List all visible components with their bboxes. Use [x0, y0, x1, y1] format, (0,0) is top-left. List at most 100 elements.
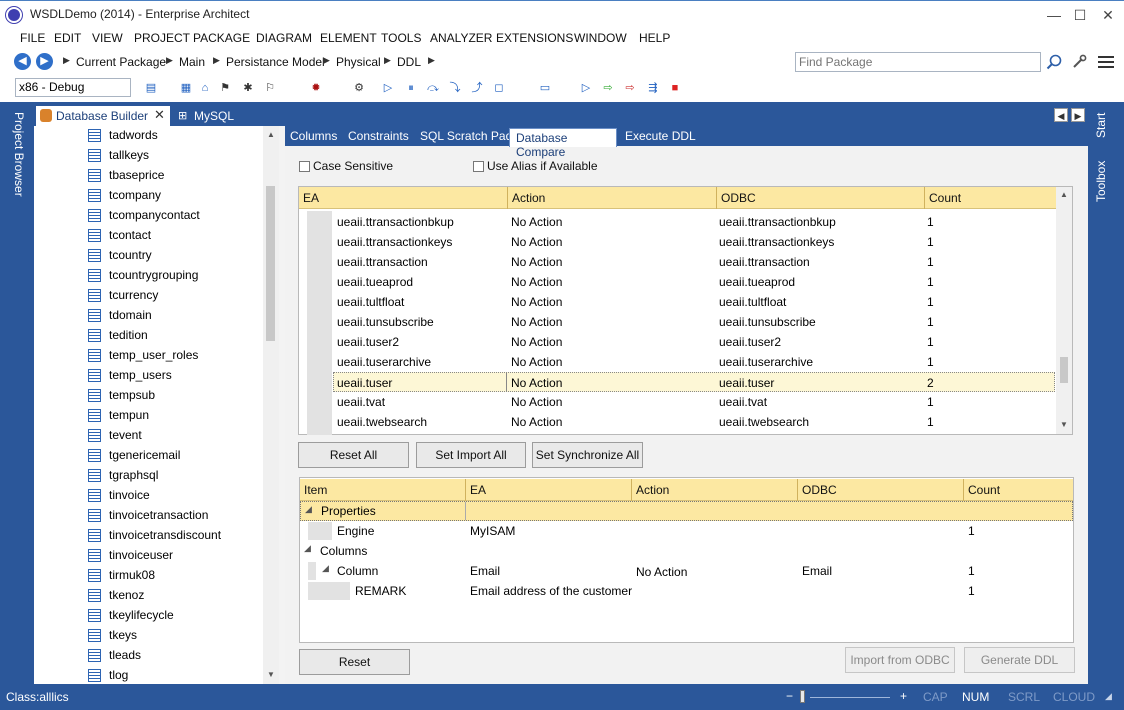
menu-extensions[interactable]: EXTENSIONS: [496, 31, 573, 45]
forward-arrow-icon[interactable]: ▶: [36, 53, 53, 70]
breadcrumb-physical[interactable]: Physical: [336, 55, 381, 69]
table-row[interactable]: Engine MyISAM 1: [300, 521, 1073, 541]
menu-element[interactable]: ELEMENT: [320, 31, 377, 45]
cell-action[interactable]: No Action: [511, 355, 562, 369]
panel-splitter[interactable]: ▲ ▼: [263, 126, 285, 684]
tree-item[interactable]: tdomain: [88, 306, 263, 326]
collapse-triangle-icon[interactable]: ◢: [305, 504, 312, 515]
tree-item[interactable]: tevent: [88, 426, 263, 446]
tree-item[interactable]: tempun: [88, 406, 263, 426]
cell-action[interactable]: No Action: [511, 235, 562, 249]
scroll-up-icon[interactable]: ▲: [1057, 190, 1071, 199]
minimize-button[interactable]: —: [1040, 5, 1068, 25]
table-row[interactable]: ueaii.tuserarchive No Action ueaii.tuserar…: [333, 352, 1055, 372]
breadcrumb-persistance-model[interactable]: Persistance Model: [226, 55, 325, 69]
breadcrumb-ddl[interactable]: DDL: [397, 55, 421, 69]
step-into-icon[interactable]: ⤵: [447, 80, 463, 96]
tree-item[interactable]: tcountry: [88, 246, 263, 266]
column-header-item[interactable]: Item: [300, 479, 466, 501]
menu-analyzer[interactable]: ANALYZER: [430, 31, 492, 45]
column-header-odbc[interactable]: ODBC: [798, 479, 964, 501]
gear-icon[interactable]: ⚙: [351, 80, 367, 96]
tab-constraints[interactable]: Constraints: [348, 129, 409, 143]
run-icon[interactable]: ⚑: [217, 80, 233, 96]
column-header-ea[interactable]: EA: [299, 187, 508, 209]
package-icon[interactable]: ▦: [178, 80, 194, 96]
cell-action[interactable]: No Action: [511, 376, 562, 390]
tree-item[interactable]: tedition: [88, 326, 263, 346]
start-tab[interactable]: Start: [1094, 113, 1108, 138]
play-icon[interactable]: ▷: [380, 80, 396, 96]
find-package-input[interactable]: [795, 52, 1041, 72]
tab-scroll-right-icon[interactable]: ▶: [1071, 108, 1085, 122]
table-row[interactable]: ◢ Column Email No Action Email 1: [300, 561, 1073, 581]
breadcrumb-main[interactable]: Main: [179, 55, 205, 69]
import-from-odbc-button[interactable]: Import from ODBC: [845, 647, 955, 673]
menu-edit[interactable]: EDIT: [54, 31, 81, 45]
build-icon[interactable]: ⌂: [197, 80, 213, 96]
script-icon[interactable]: ▤: [143, 80, 159, 96]
compare-grid-scrollbar[interactable]: ▲ ▼: [1056, 187, 1072, 434]
tree-item[interactable]: tgraphsql: [88, 466, 263, 486]
table-row[interactable]: ueaii.tunsubscribe No Action ueaii.tunsubs…: [333, 312, 1055, 332]
record-start-icon[interactable]: ⇨: [600, 80, 616, 96]
menu-help[interactable]: HELP: [639, 31, 670, 45]
tree-item[interactable]: tcontact: [88, 226, 263, 246]
set-synchronize-all-button[interactable]: Set Synchronize All: [532, 442, 643, 468]
deploy-icon[interactable]: ⚐: [262, 80, 278, 96]
close-button[interactable]: ✕: [1094, 5, 1122, 25]
wrench-icon[interactable]: [1071, 54, 1087, 70]
tab-sql-scratch-pad[interactable]: SQL Scratch Pad: [420, 129, 512, 143]
table-row[interactable]: ueaii.ttransaction No Action ueaii.ttransa…: [333, 252, 1055, 272]
cell-action[interactable]: No Action: [511, 315, 562, 329]
tree-item[interactable]: tbaseprice: [88, 166, 263, 186]
tree-item[interactable]: tcountrygrouping: [88, 266, 263, 286]
column-header-action[interactable]: Action: [508, 187, 717, 209]
menu-file[interactable]: FILE: [20, 31, 45, 45]
toolbox-tab[interactable]: Toolbox: [1094, 161, 1108, 202]
table-row[interactable]: ueaii.tultfloat No Action ueaii.tultfloat 1: [333, 292, 1055, 312]
menu-project[interactable]: PROJECT: [134, 31, 190, 45]
tab-database-builder[interactable]: Database Builder ✕: [36, 106, 170, 126]
project-browser-tab[interactable]: Project Browser: [12, 112, 26, 197]
collapse-triangle-icon[interactable]: ◢: [322, 563, 329, 574]
menu-window[interactable]: WINDOW: [574, 31, 627, 45]
column-header-odbc[interactable]: ODBC: [717, 187, 925, 209]
window-icon[interactable]: ▭: [537, 80, 553, 96]
reset-all-button[interactable]: Reset All: [298, 442, 409, 468]
table-row[interactable]: ueaii.ttransactionkeys No Action ueaii.ttr…: [333, 232, 1055, 252]
zoom-in-button[interactable]: +: [900, 689, 907, 703]
cell-action[interactable]: No Action: [511, 335, 562, 349]
tree-item[interactable]: tinvoice: [88, 486, 263, 506]
tree-item[interactable]: temp_user_roles: [88, 346, 263, 366]
tree-item[interactable]: tkenoz: [88, 586, 263, 606]
generate-ddl-button[interactable]: Generate DDL: [964, 647, 1075, 673]
scroll-down-icon[interactable]: ▼: [1057, 420, 1071, 429]
use-alias-checkbox[interactable]: [473, 161, 484, 172]
maximize-button[interactable]: ☐: [1066, 5, 1094, 25]
breadcrumb-current-package[interactable]: Current Package: [76, 55, 166, 69]
properties-group-row[interactable]: ◢ Properties: [300, 501, 1073, 521]
tree-item[interactable]: tadwords: [88, 126, 263, 146]
tab-mysql[interactable]: ⊞ MySQL: [176, 106, 266, 126]
tree-item[interactable]: tgenericemail: [88, 446, 263, 466]
scrollbar-thumb[interactable]: [266, 186, 275, 341]
test-icon[interactable]: ✱: [240, 80, 256, 96]
scroll-down-icon[interactable]: ▼: [264, 670, 278, 679]
cell-action[interactable]: No Action: [511, 255, 562, 269]
debug-configuration-select[interactable]: x86 - Debug: [15, 78, 131, 97]
table-row[interactable]: ueaii.ttransactionbkup No Action ueaii.ttr…: [333, 212, 1055, 232]
table-row[interactable]: ueaii.tvat No Action ueaii.tvat 1: [333, 392, 1055, 412]
tree-item[interactable]: tirmuk08: [88, 566, 263, 586]
column-header-count[interactable]: Count: [964, 479, 1073, 501]
tab-columns[interactable]: Columns: [290, 129, 337, 143]
tree-item[interactable]: tallkeys: [88, 146, 263, 166]
tree-item[interactable]: tinvoiceuser: [88, 546, 263, 566]
tree-item[interactable]: tinvoicetransaction: [88, 506, 263, 526]
zoom-out-button[interactable]: −: [786, 689, 793, 703]
step-over-icon[interactable]: ⤼: [425, 80, 441, 96]
menu-tools[interactable]: TOOLS: [381, 31, 421, 45]
menu-diagram[interactable]: DIAGRAM: [256, 31, 312, 45]
close-tab-icon[interactable]: ✕: [154, 107, 165, 123]
tree-item[interactable]: tlog: [88, 666, 263, 684]
